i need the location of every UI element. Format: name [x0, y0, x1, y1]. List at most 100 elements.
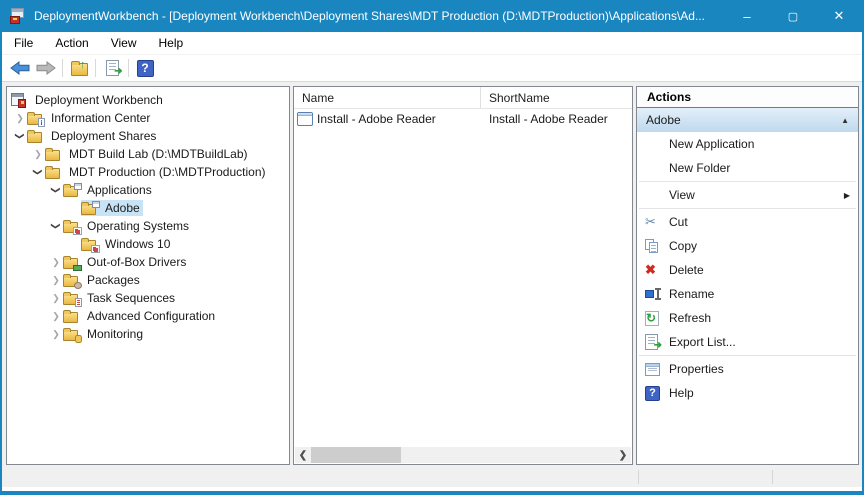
back-button[interactable] [7, 57, 33, 79]
tree-item-advanced-configuration[interactable]: ❯ Advanced Configuration [7, 307, 289, 325]
rename-icon [645, 288, 661, 300]
tree-item-mdt-build-lab[interactable]: ❯ MDT Build Lab (D:\MDTBuildLab) [7, 145, 289, 163]
forward-button[interactable] [33, 57, 59, 79]
statusbar-divider [772, 470, 773, 484]
folder-application-icon [81, 201, 98, 216]
list-cell-name: Install - Adobe Reader [317, 112, 436, 126]
tree-item-adobe[interactable]: ❯ Adobe [7, 199, 289, 217]
statusbar-divider [638, 470, 639, 484]
chevron-right-icon[interactable]: ❯ [49, 273, 63, 287]
folder-info-icon: i [27, 111, 44, 126]
refresh-icon: ↻ [645, 311, 659, 326]
chevron-down-icon[interactable]: ❯ [49, 183, 63, 197]
export-list-button[interactable]: ➜ [99, 57, 125, 79]
chevron-right-icon[interactable]: ❯ [31, 147, 45, 161]
scrollbar-thumb[interactable] [311, 447, 401, 463]
status-bar [2, 467, 862, 487]
workbench-icon [11, 93, 28, 108]
folder-application-icon [63, 183, 80, 198]
results-list-pane: Name ShortName Install - Adobe Reader In… [293, 86, 633, 465]
chevron-right-icon[interactable]: ❯ [49, 255, 63, 269]
tree-item-applications[interactable]: ❯ Applications [7, 181, 289, 199]
scroll-left-icon[interactable]: ❮ [295, 450, 311, 461]
tree-item-information-center[interactable]: ❯ i Information Center [7, 109, 289, 127]
toolbar-separator [128, 59, 129, 77]
action-export-list[interactable]: ➜ Export List... [637, 330, 858, 354]
action-rename[interactable]: Rename [637, 282, 858, 306]
tree-item-monitoring[interactable]: ❯ Monitoring [7, 325, 289, 343]
action-delete[interactable]: ✖ Delete [637, 258, 858, 282]
tree-item-windows-10[interactable]: ❯ Windows 10 [7, 235, 289, 253]
folder-driver-icon [63, 255, 80, 270]
menu-help[interactable]: Help [149, 33, 194, 53]
tree-item-deployment-shares[interactable]: ❯ Deployment Shares [7, 127, 289, 145]
help-icon: ? [645, 386, 660, 401]
delete-x-icon: ✖ [645, 262, 656, 278]
chevron-down-icon[interactable]: ❯ [31, 165, 45, 179]
toolbar: ↑ ➜ ? [2, 55, 862, 82]
folder-icon [45, 147, 62, 162]
forward-arrow-icon [36, 61, 56, 75]
console-tree-pane: Deployment Workbench ❯ i Information Cen… [6, 86, 290, 465]
up-one-level-button[interactable]: ↑ [66, 57, 92, 79]
tree-item-out-of-box-drivers[interactable]: ❯ Out-of-Box Drivers [7, 253, 289, 271]
submenu-arrow-icon: ▶ [844, 191, 850, 200]
action-help[interactable]: ? Help [637, 381, 858, 405]
menu-action[interactable]: Action [45, 33, 98, 53]
chevron-right-icon[interactable]: ❯ [49, 291, 63, 305]
menu-bar: File Action View Help [2, 32, 862, 55]
column-header-shortname[interactable]: ShortName [481, 87, 632, 108]
toolbar-separator [95, 59, 96, 77]
tree-item-mdt-production[interactable]: ❯ MDT Production (D:\MDTProduction) [7, 163, 289, 181]
folder-task-icon [63, 291, 80, 306]
tree-item-packages[interactable]: ❯ Packages [7, 271, 289, 289]
actions-separator [639, 355, 856, 356]
menu-view[interactable]: View [101, 33, 147, 53]
folder-os-icon [63, 219, 80, 234]
title-bar: DeploymentWorkbench - [Deployment Workbe… [2, 0, 862, 32]
tree-item-task-sequences[interactable]: ❯ Task Sequences [7, 289, 289, 307]
action-copy[interactable]: Copy [637, 234, 858, 258]
actions-pane-title: Actions [637, 87, 858, 108]
content-area: Deployment Workbench ❯ i Information Cen… [2, 82, 862, 467]
chevron-down-icon[interactable]: ❯ [13, 129, 27, 143]
toolbar-separator [62, 59, 63, 77]
scroll-right-icon[interactable]: ❯ [615, 450, 631, 461]
collapse-chevron-icon[interactable]: ▲ [841, 116, 849, 125]
chevron-right-icon[interactable]: ❯ [49, 309, 63, 323]
list-header: Name ShortName [294, 87, 632, 109]
export-list-icon: ➜ [106, 60, 119, 76]
back-arrow-icon [10, 61, 30, 75]
menu-file[interactable]: File [4, 33, 43, 53]
tree-item-operating-systems[interactable]: ❯ Operating Systems [7, 217, 289, 235]
list-cell-shortname: Install - Adobe Reader [481, 112, 632, 126]
maximize-button[interactable]: ▢ [770, 0, 816, 32]
action-new-application[interactable]: New Application [637, 132, 858, 156]
action-new-folder[interactable]: New Folder [637, 156, 858, 180]
chevron-right-icon[interactable]: ❯ [13, 111, 27, 125]
list-row-install-adobe-reader[interactable]: Install - Adobe Reader Install - Adobe R… [294, 109, 632, 129]
actions-separator [639, 208, 856, 209]
selected-highlight: Adobe [81, 200, 143, 216]
action-cut[interactable]: ✂ Cut [637, 210, 858, 234]
help-icon: ? [137, 60, 154, 77]
folder-icon [45, 165, 62, 180]
action-view[interactable]: View ▶ [637, 183, 858, 207]
actions-separator [639, 181, 856, 182]
action-properties[interactable]: Properties [637, 357, 858, 381]
help-button[interactable]: ? [132, 57, 158, 79]
action-refresh[interactable]: ↻ Refresh [637, 306, 858, 330]
horizontal-scrollbar[interactable]: ❮ ❯ [295, 447, 631, 463]
chevron-down-icon[interactable]: ❯ [49, 219, 63, 233]
column-header-name[interactable]: Name [294, 87, 481, 108]
actions-group-adobe[interactable]: Adobe ▲ [637, 108, 858, 132]
minimize-button[interactable]: – [724, 0, 770, 32]
window-title: DeploymentWorkbench - [Deployment Workbe… [34, 9, 724, 23]
chevron-right-icon[interactable]: ❯ [49, 327, 63, 341]
folder-os-icon [81, 237, 98, 252]
copy-icon [645, 239, 659, 254]
application-window-icon [297, 112, 313, 126]
close-button[interactable]: ✕ [816, 0, 862, 32]
folder-package-icon [63, 273, 80, 288]
tree-item-deployment-workbench[interactable]: Deployment Workbench [7, 91, 289, 109]
